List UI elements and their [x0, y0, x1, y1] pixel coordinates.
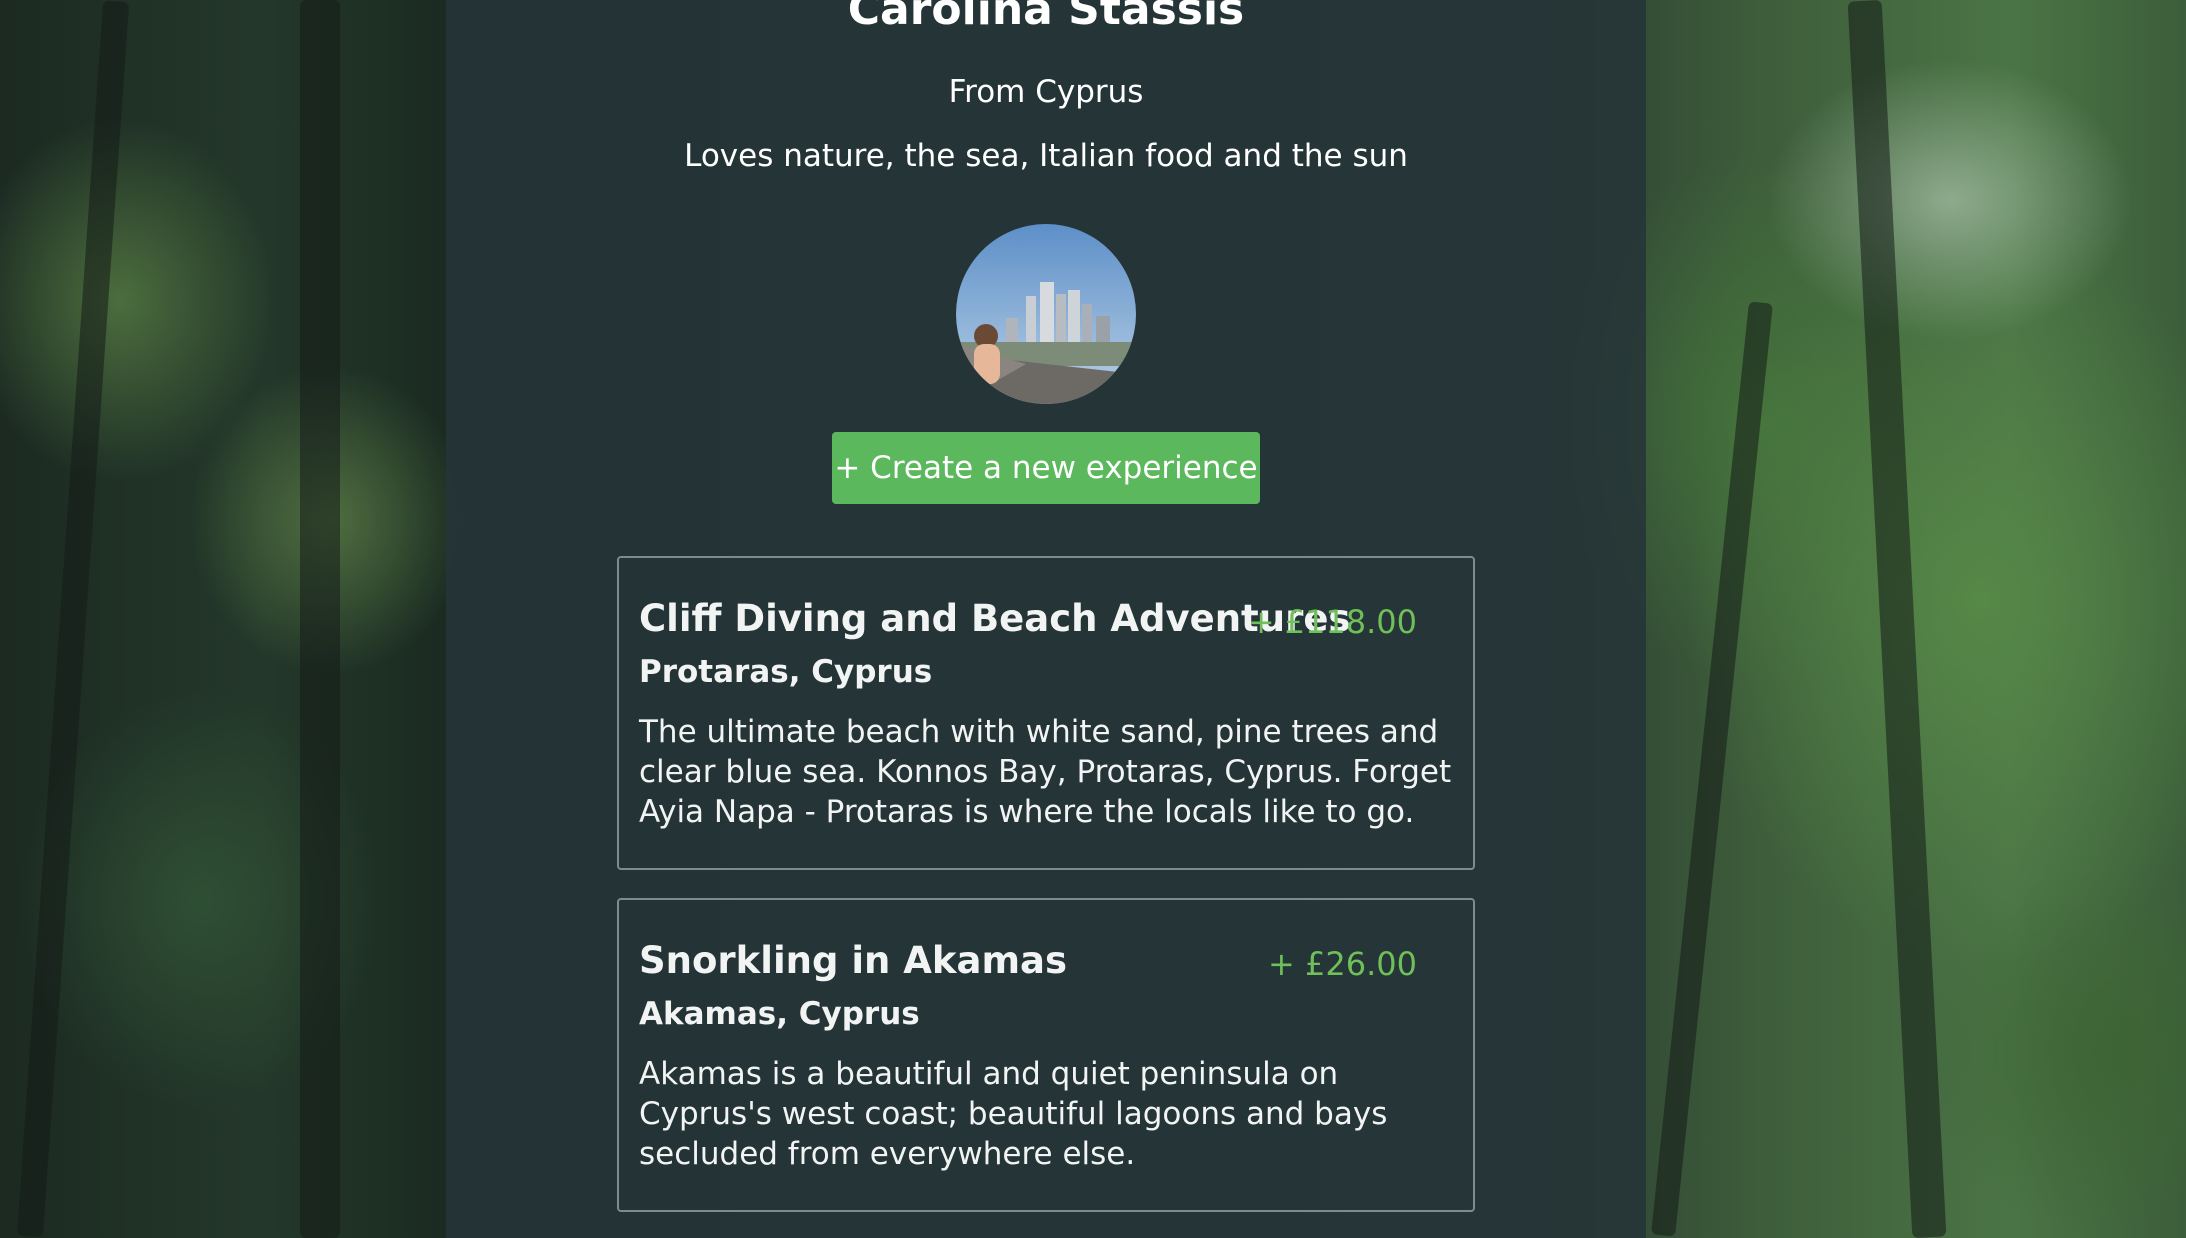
- experience-title: Snorkling in Akamas: [639, 939, 1067, 982]
- background-tree-trunk: [300, 0, 340, 1238]
- experience-location: Protaras, Cyprus: [639, 654, 933, 690]
- experience-description: Akamas is a beautiful and quiet peninsul…: [639, 1056, 1388, 1172]
- profile-origin: From Cyprus: [948, 74, 1144, 110]
- avatar-photo: [956, 224, 1136, 404]
- experience-location: Akamas, Cyprus: [639, 996, 920, 1032]
- experience-card[interactable]: Cliff Diving and Beach Adventures + £118…: [617, 556, 1475, 870]
- avatar: [956, 224, 1136, 404]
- experience-description: The ultimate beach with white sand, pine…: [639, 714, 1452, 830]
- profile-name: Carolina Stassis: [847, 0, 1245, 35]
- experience-card[interactable]: Snorkling in Akamas + £26.00 Akamas, Cyp…: [617, 898, 1475, 1212]
- experience-price: + £118.00: [1247, 603, 1417, 641]
- create-experience-button[interactable]: + Create a new experience: [832, 432, 1260, 504]
- experience-title: Cliff Diving and Beach Adventures: [639, 597, 1351, 640]
- profile-bio: Loves nature, the sea, Italian food and …: [684, 138, 1408, 174]
- experience-price: + £26.00: [1268, 945, 1417, 983]
